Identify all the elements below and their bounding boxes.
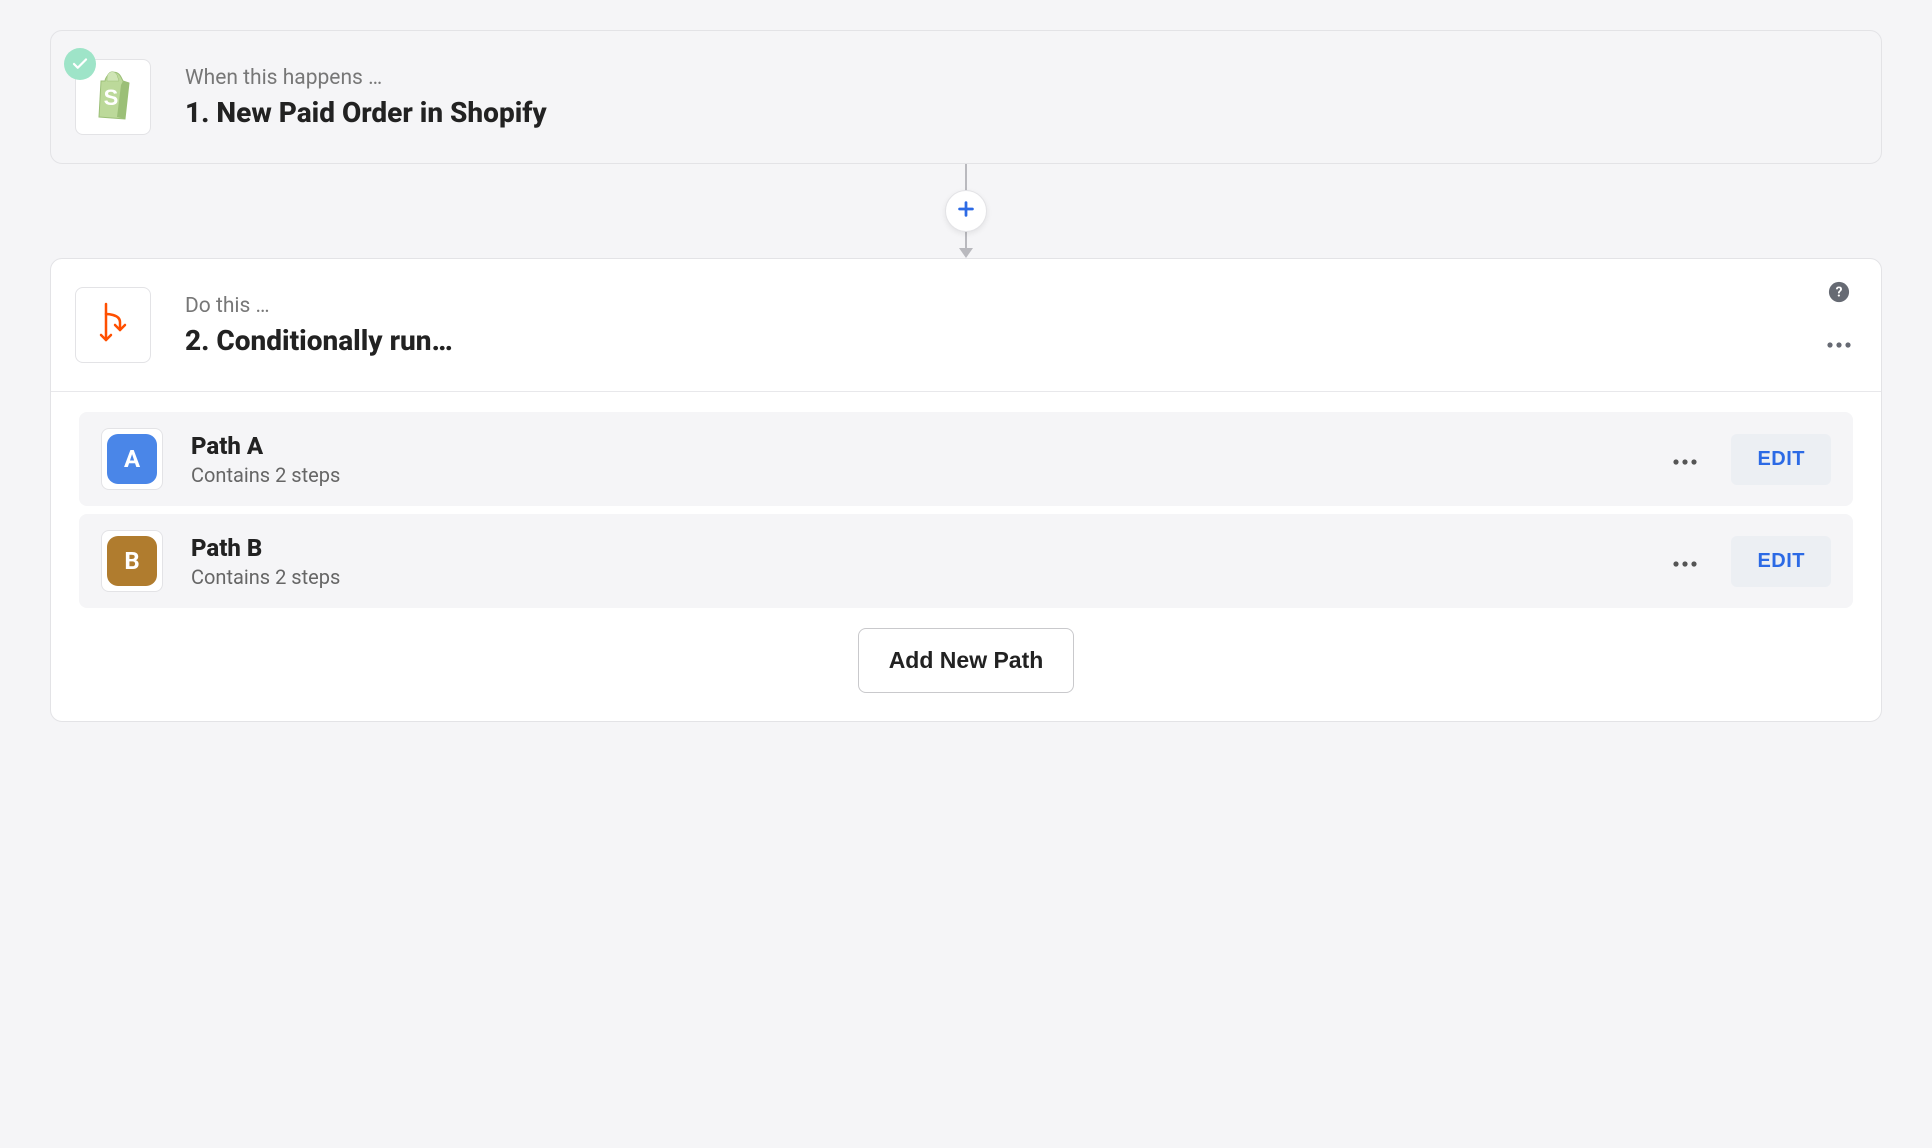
paths-list: A Path A Contains 2 steps EDIT B Path B …	[51, 391, 1881, 721]
path-subtitle: Contains 2 steps	[191, 463, 1663, 487]
paths-branch-icon	[93, 300, 133, 350]
svg-text:?: ?	[1836, 285, 1843, 301]
shopify-bag-icon: S	[89, 69, 137, 125]
path-subtitle: Contains 2 steps	[191, 565, 1663, 589]
add-step-button[interactable]	[945, 190, 987, 232]
add-new-path-button[interactable]: Add New Path	[858, 628, 1075, 693]
question-circle-icon: ?	[1828, 281, 1850, 307]
path-name: Path A	[191, 432, 1663, 460]
path-icon-box: A	[101, 428, 163, 490]
action-app-icon-box	[75, 287, 151, 363]
path-more-menu-button[interactable]	[1663, 440, 1707, 479]
action-title: 2. Conditionally run…	[185, 324, 1851, 357]
path-edit-button[interactable]: EDIT	[1731, 434, 1831, 485]
step-more-menu-button[interactable]	[1827, 333, 1851, 352]
help-button[interactable]: ?	[1828, 281, 1850, 307]
action-step-card: Do this … 2. Conditionally run… ? A Path…	[50, 258, 1882, 722]
more-horizontal-icon	[1827, 333, 1851, 352]
path-letter-badge: A	[107, 434, 157, 484]
more-horizontal-icon	[1673, 552, 1697, 571]
action-eyebrow: Do this …	[185, 294, 1851, 318]
trigger-app-icon-box: S	[75, 59, 151, 135]
more-horizontal-icon	[1673, 450, 1697, 469]
path-more-menu-button[interactable]	[1663, 542, 1707, 581]
arrow-down-icon	[959, 248, 973, 258]
path-row[interactable]: B Path B Contains 2 steps EDIT	[79, 514, 1853, 608]
trigger-title: 1. New Paid Order in Shopify	[185, 96, 1851, 129]
path-letter-badge: B	[107, 536, 157, 586]
plus-icon	[955, 198, 977, 224]
path-edit-button[interactable]: EDIT	[1731, 536, 1831, 587]
path-row[interactable]: A Path A Contains 2 steps EDIT	[79, 412, 1853, 506]
trigger-step-card[interactable]: S When this happens … 1. New Paid Order …	[50, 30, 1882, 164]
step-connector	[50, 164, 1882, 258]
svg-text:S: S	[104, 85, 119, 110]
path-icon-box: B	[101, 530, 163, 592]
path-name: Path B	[191, 534, 1663, 562]
trigger-eyebrow: When this happens …	[185, 66, 1851, 90]
checkmark-badge-icon	[64, 48, 96, 80]
